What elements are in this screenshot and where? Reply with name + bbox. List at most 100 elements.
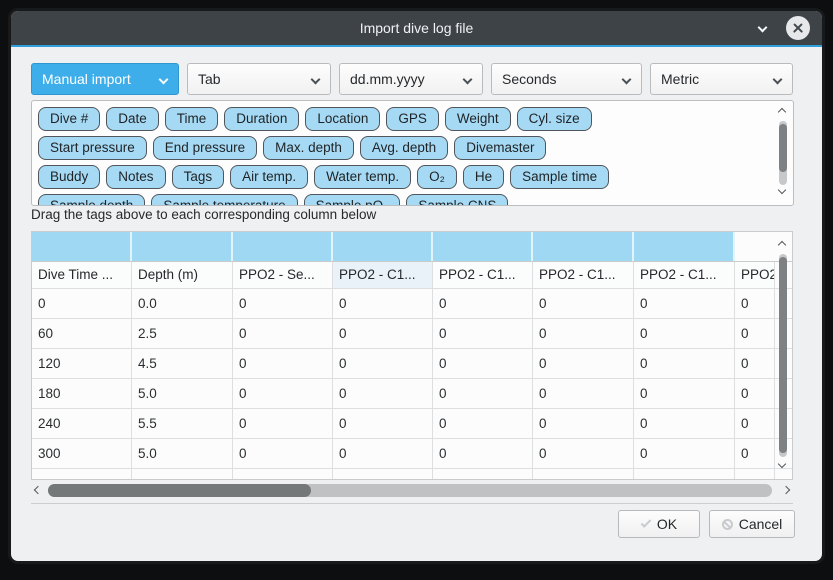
column-header[interactable]: PPO2 - C1...: [433, 262, 533, 288]
tag-end-pressure[interactable]: End pressure: [153, 136, 257, 160]
ok-button[interactable]: OK: [618, 510, 700, 538]
column-header[interactable]: Depth (m): [132, 262, 233, 288]
drop-target-cell[interactable]: [333, 232, 433, 261]
tag-dive[interactable]: Dive #: [38, 107, 100, 131]
tag-max-depth[interactable]: Max. depth: [263, 136, 354, 160]
table-cell[interactable]: 300: [32, 439, 132, 468]
table-cell[interactable]: 0: [634, 439, 735, 468]
table-cell[interactable]: 0: [333, 409, 433, 438]
table-cell[interactable]: 0: [233, 289, 333, 318]
table-cell[interactable]: 0: [533, 409, 634, 438]
table-cell[interactable]: 0: [333, 379, 433, 408]
table-cell[interactable]: 0: [333, 349, 433, 378]
scroll-right-icon[interactable]: [782, 486, 790, 494]
scrollbar-thumb[interactable]: [48, 484, 311, 497]
tag-air-temp[interactable]: Air temp.: [230, 165, 308, 189]
table-cell[interactable]: 0: [233, 409, 333, 438]
scroll-up-icon[interactable]: [778, 241, 786, 249]
column-header[interactable]: Dive Time ...: [32, 262, 132, 288]
table-cell[interactable]: 0: [433, 409, 533, 438]
titlebar[interactable]: Import dive log file: [11, 11, 822, 47]
tag-weight[interactable]: Weight: [445, 107, 511, 131]
drop-target-cell[interactable]: [735, 232, 775, 261]
scrollbar-thumb[interactable]: [779, 257, 787, 453]
table-cell[interactable]: 0: [233, 319, 333, 348]
table-cell[interactable]: 120: [32, 349, 132, 378]
tag-sample-time[interactable]: Sample time: [510, 165, 609, 189]
column-header[interactable]: PPO2 - Se...: [233, 262, 333, 288]
table-cell[interactable]: 5.0: [132, 439, 233, 468]
table-cell[interactable]: 0: [735, 319, 775, 348]
table-cell[interactable]: 0: [735, 289, 775, 318]
table-cell[interactable]: 0: [634, 409, 735, 438]
table-cell[interactable]: 0: [735, 409, 775, 438]
table-vertical-scrollbar[interactable]: [775, 234, 790, 479]
combo-metric[interactable]: Metric: [650, 63, 793, 95]
tag-avg-depth[interactable]: Avg. depth: [360, 136, 448, 160]
table-cell[interactable]: 0: [735, 379, 775, 408]
tag-water-temp[interactable]: Water temp.: [314, 165, 411, 189]
combo-tab[interactable]: Tab: [187, 63, 331, 95]
tag-duration[interactable]: Duration: [224, 107, 299, 131]
table-cell[interactable]: 0: [634, 379, 735, 408]
table-cell[interactable]: 4.5: [132, 349, 233, 378]
tag-gps[interactable]: GPS: [386, 107, 439, 131]
table-cell[interactable]: 0: [533, 319, 634, 348]
table-cell[interactable]: 0: [735, 349, 775, 378]
drop-target-cell[interactable]: [233, 232, 333, 261]
close-button[interactable]: [786, 16, 810, 40]
drop-target-cell[interactable]: [533, 232, 634, 261]
table-cell[interactable]: 0: [433, 439, 533, 468]
column-header[interactable]: PPO2 - C1...: [533, 262, 634, 288]
table-row[interactable]: 602.5000000: [32, 319, 792, 349]
tag-sample-po[interactable]: Sample pO₂: [304, 194, 401, 206]
combo-dd-mm-yyyy[interactable]: dd.mm.yyyy: [339, 63, 483, 95]
table-horizontal-scrollbar[interactable]: [31, 482, 793, 499]
tag-notes[interactable]: Notes: [106, 165, 165, 189]
tag-sample-temperature[interactable]: Sample temperature: [151, 194, 297, 206]
table-row[interactable]: 00.0000000: [32, 289, 792, 319]
table-cell[interactable]: 0: [533, 349, 634, 378]
table-cell[interactable]: 0: [433, 349, 533, 378]
tagbox-vertical-scrollbar[interactable]: [775, 101, 790, 205]
tag-location[interactable]: Location: [305, 107, 380, 131]
drop-target-cell[interactable]: [433, 232, 533, 261]
column-header[interactable]: PPO2: [735, 262, 775, 288]
tag-buddy[interactable]: Buddy: [38, 165, 100, 189]
table-row[interactable]: 1204.5000000: [32, 349, 792, 379]
table-cell[interactable]: 0: [533, 289, 634, 318]
table-cell[interactable]: 0: [333, 439, 433, 468]
tag-tags[interactable]: Tags: [172, 165, 225, 189]
scroll-down-icon[interactable]: [778, 460, 786, 468]
scroll-left-icon[interactable]: [34, 486, 42, 494]
scrollbar-thumb[interactable]: [779, 124, 787, 172]
table-cell[interactable]: 0: [233, 349, 333, 378]
table-cell[interactable]: 5.0: [132, 379, 233, 408]
table-cell[interactable]: 180: [32, 379, 132, 408]
table-cell[interactable]: 0: [333, 319, 433, 348]
table-cell[interactable]: 0.0: [132, 289, 233, 318]
table-row[interactable]: 1805.0000000: [32, 379, 792, 409]
table-cell[interactable]: 0: [32, 289, 132, 318]
scroll-down-icon[interactable]: [778, 186, 786, 194]
table-cell[interactable]: 0: [333, 289, 433, 318]
tag-time[interactable]: Time: [165, 107, 219, 131]
table-cell[interactable]: 0: [634, 319, 735, 348]
tag-sample-depth[interactable]: Sample depth: [38, 194, 145, 206]
table-cell[interactable]: 240: [32, 409, 132, 438]
table-cell[interactable]: 0: [533, 439, 634, 468]
tag-cyl-size[interactable]: Cyl. size: [517, 107, 592, 131]
combo-manual-import[interactable]: Manual import: [31, 63, 179, 95]
table-cell[interactable]: 0: [634, 349, 735, 378]
table-cell[interactable]: 0: [233, 379, 333, 408]
table-row[interactable]: 2405.5000000: [32, 409, 792, 439]
tag-sample-cns[interactable]: Sample CNS: [406, 194, 508, 206]
tag-date[interactable]: Date: [106, 107, 159, 131]
tag-he[interactable]: He: [463, 165, 504, 189]
table-cell[interactable]: 0: [634, 289, 735, 318]
column-header[interactable]: PPO2 - C1...: [333, 262, 433, 288]
table-cell[interactable]: 0: [233, 439, 333, 468]
combo-seconds[interactable]: Seconds: [491, 63, 642, 95]
tag-divemaster[interactable]: Divemaster: [454, 136, 546, 160]
drop-target-cell[interactable]: [132, 232, 233, 261]
